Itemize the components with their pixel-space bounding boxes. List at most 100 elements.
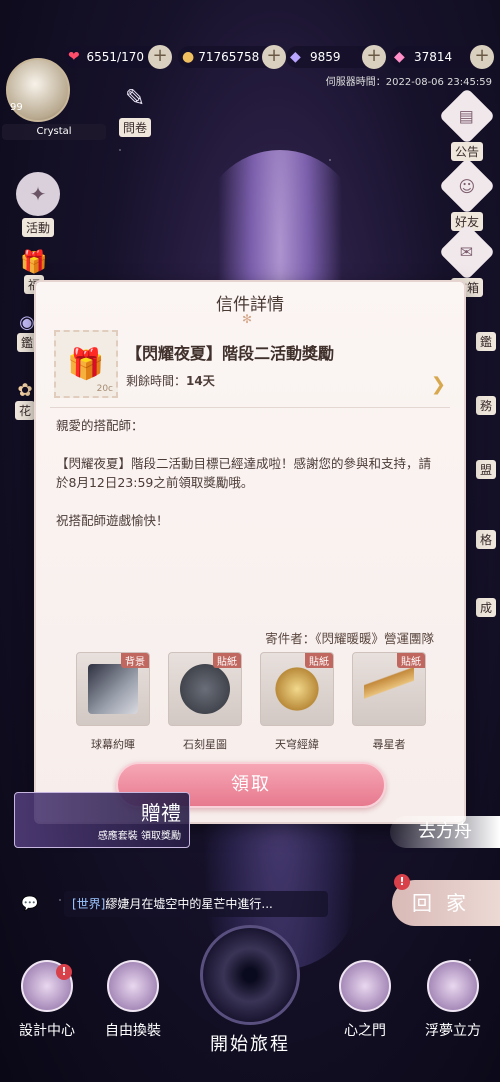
diamond-value: 9859 [310,50,341,64]
remaining-time: 剩餘時間：14天 [126,372,215,389]
star-diamond-counter: ◆ 37814 + [390,45,494,69]
player-name: Crystal [2,124,106,140]
reward-tag: 背景 [121,653,149,668]
event-icon: ✦ [16,172,60,216]
envelope-icon: ✉ [438,223,496,281]
achievement-button[interactable]: 成 [474,592,498,617]
go-ark-button[interactable]: 去方舟 [390,816,500,848]
nav-dream-cube-label: 浮夢立方 [425,1023,481,1039]
star-map-icon [180,664,230,714]
nav-free-change-label: 自由換裝 [105,1023,161,1039]
mail-closing: 祝搭配師遊戲愉快！ [56,513,169,528]
event-button[interactable]: ✦ 活動 [10,172,66,237]
reward-name: 球幕約暉 [91,738,135,751]
world-chat-bar[interactable]: [世界]繆婕月在墟空中的星芒中進行... [64,891,328,917]
pink-diamond-icon: ◆ [394,49,405,65]
gold-counter: ● 71765758 + [178,45,286,69]
reward-tag: 貼紙 [213,653,241,668]
store-label: 格 [475,530,496,549]
mail-body: 親愛的搭配師： 【閃耀夜夏】階段二活動目標已經達成啦！感謝您的參與和支持，請於8… [56,416,442,549]
armillary-sphere-icon [272,664,322,714]
mail-detail-dialog: 信件詳情 ✻ 🎁 20c 【閃耀夜夏】階段二活動獎勵 剩餘時間：14天 ❯ 親愛… [36,282,464,822]
friends-button[interactable]: ☺ 好友 [438,157,496,231]
stamina-value: 6551/170 [86,50,145,64]
mail-greeting: 親愛的搭配師： [56,418,144,433]
reward-name: 石刻星圖 [183,738,227,751]
add-diamond-button[interactable]: + [362,45,386,69]
telescope-icon [364,664,414,714]
diamond-counter: ◆ 9859 + [286,45,386,69]
currency-bar: ❤ 6551/170 + ● 71765758 + ◆ 9859 + ◆ 378… [64,45,494,70]
notification-badge: ! [56,964,72,980]
nav-design-center-label: 設計中心 [19,1023,75,1039]
mail-stamp: 🎁 20c [54,330,118,398]
dream-cube-icon [427,960,479,1012]
nav-heart-gate[interactable]: 心之門 [320,960,410,1040]
add-gold-button[interactable]: + [262,45,286,69]
friend-icon: ☺ [438,157,496,215]
pavilion-label: 鑑 [16,333,37,352]
achievement-label: 成 [475,598,496,617]
tasks-label: 務 [475,396,496,415]
guild-button[interactable]: 盟 [474,454,498,479]
server-time: 伺服器時間：2022-08-06 23:45:59 [325,77,492,88]
add-star-diamond-button[interactable]: + [470,45,494,69]
event-label: 活動 [21,218,54,237]
collection-button[interactable]: 鑑 [474,326,498,351]
reward-item[interactable]: 貼紙 石刻星圖 [166,652,244,752]
collection-label: 鑑 [475,332,496,351]
notification-badge: ! [394,874,410,890]
notice-button[interactable]: ▤ 公告 [438,87,496,161]
questionnaire-label: 問卷 [118,118,151,137]
gift-banner[interactable]: 贈禮 感應套裝 領取獎勵 [14,792,190,848]
remaining-time-value: 14天 [186,374,215,388]
gold-value: 71765758 [198,50,260,64]
mail-content: 【閃耀夜夏】階段二活動目標已經達成啦！感謝您的參與和支持，請於8月12日23:5… [56,456,432,490]
chat-message: 繆婕月在墟空中的星芒中進行... [105,897,273,911]
mail-header: 🎁 20c 【閃耀夜夏】階段二活動獎勵 剩餘時間：14天 ❯ [50,320,450,408]
tasks-button[interactable]: 務 [474,390,498,415]
nav-heart-gate-label: 心之門 [344,1023,386,1039]
notice-label: 公告 [450,142,483,161]
nav-dream-cube[interactable]: 浮夢立方 [408,960,498,1040]
reward-item[interactable]: 貼紙 天穹經緯 [258,652,336,752]
bottom-nav: 設計中心 ! 自由換裝 心之門 浮夢立方 [0,960,500,1082]
questionnaire-button[interactable]: ✎ 問卷 [110,84,160,137]
store-button[interactable]: 格 [474,524,498,549]
stamina-counter: ❤ 6551/170 + [64,45,172,69]
reward-list: 背景 球幕約暉 貼紙 石刻星圖 貼紙 天穹經緯 貼紙 尋星者 [74,652,428,752]
heart-icon: ❤ [68,49,80,65]
stamp-price: 20c [96,384,113,394]
gift-box-icon: 🎁 [20,250,48,275]
start-journey-label[interactable]: 開始旅程 [180,1030,320,1056]
gift-banner-title: 贈禮 [141,801,181,825]
reward-name: 天穹經緯 [275,738,319,751]
reward-item[interactable]: 貼紙 尋星者 [350,652,428,752]
mail-sender: 寄件者：《閃耀暖暖》營運團隊 [265,631,434,646]
cat-coin-icon: ● [182,49,195,65]
flower-label: 花 [14,401,35,420]
clipboard-icon: ✎ [124,84,146,112]
chat-channel: [世界] [72,897,106,911]
reward-item[interactable]: 背景 球幕約暉 [74,652,152,752]
gift-icon: 🎁 [67,346,105,382]
add-stamina-button[interactable]: + [148,45,172,69]
reward-tag: 貼紙 [397,653,425,668]
reward-tag: 貼紙 [305,653,333,668]
player-level: 99 [10,102,23,113]
gift-banner-subtitle: 感應套裝 領取獎勵 [97,831,181,842]
chevron-down-icon[interactable]: ❯ [431,374,446,395]
mail-subject: 【閃耀夜夏】階段二活動獎勵 [126,344,335,363]
diamond-icon: ◆ [290,49,301,65]
chat-bubble-icon[interactable]: 💬 [14,892,46,916]
reward-name: 尋星者 [372,738,406,751]
notice-icon: ▤ [438,87,496,145]
heart-gate-icon [339,960,391,1012]
nav-design-center[interactable]: 設計中心 [2,960,92,1040]
nav-free-change[interactable]: 自由換裝 [88,960,178,1040]
guild-label: 盟 [475,460,496,479]
star-diamond-value: 37814 [414,50,453,64]
wardrobe-icon [107,960,159,1012]
remaining-time-label: 剩餘時間： [126,374,187,388]
background-art-icon [88,664,138,714]
